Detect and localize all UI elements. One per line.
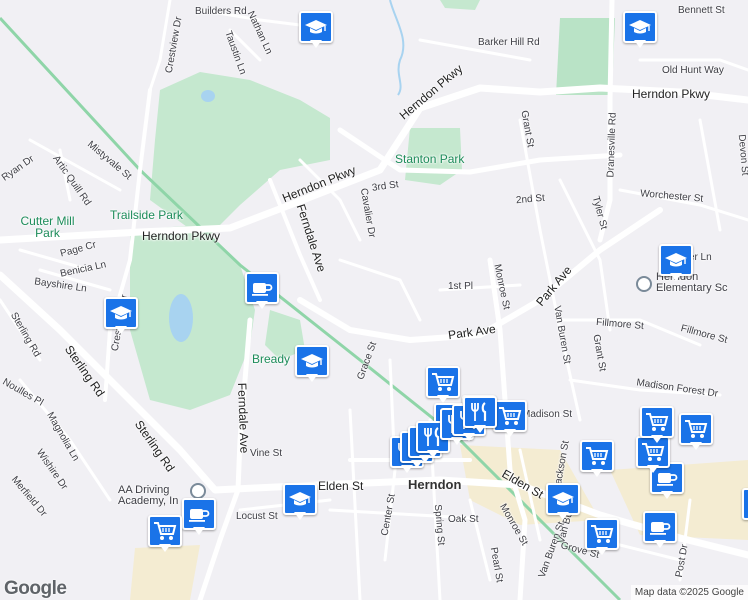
school-marker[interactable] [104, 297, 138, 337]
school-marker[interactable] [283, 483, 317, 523]
road-label: Barker Hill Rd [478, 37, 540, 48]
town-label[interactable]: Herndon [408, 478, 461, 491]
restaurant-icon [463, 396, 497, 428]
shopping-cart-marker[interactable] [679, 413, 713, 453]
road-label: Locust St [236, 511, 278, 522]
road-label: Elden St [318, 479, 364, 493]
school-poi-icon[interactable] [636, 276, 652, 292]
school-marker[interactable] [295, 345, 329, 385]
park-label[interactable]: Bready [252, 353, 290, 365]
shopping-cart-marker[interactable] [585, 518, 619, 558]
school-icon [659, 244, 693, 276]
school-marker[interactable] [546, 483, 580, 523]
school-icon [283, 483, 317, 515]
shopping-cart-marker[interactable] [426, 366, 460, 406]
road-label: Ferndale Ave [235, 382, 252, 454]
map-view[interactable]: Builders Rd Nathan Ln Taustin Ln Crestvi… [0, 0, 748, 600]
google-logo: Google [4, 578, 67, 599]
cafe-marker[interactable] [182, 498, 216, 538]
school-icon [623, 11, 657, 43]
cafe-icon [742, 488, 748, 520]
shopping-cart-icon [580, 440, 614, 472]
park-label[interactable]: Cutter Mill Park [20, 215, 75, 239]
road-label: Old Hunt Way [662, 65, 724, 76]
shopping-cart-icon [426, 366, 460, 398]
road-label: 1st Pl [448, 281, 474, 292]
shopping-cart-marker[interactable] [493, 400, 527, 440]
school-icon [546, 483, 580, 515]
shopping-cart-marker[interactable] [580, 440, 614, 480]
road-label: Vine St [250, 448, 283, 459]
cafe-marker[interactable] [245, 272, 279, 312]
cafe-icon [643, 511, 677, 543]
school-marker[interactable] [623, 11, 657, 51]
road-label: Madison St [522, 409, 573, 420]
road-label: Oak St [448, 514, 479, 525]
restaurant-marker[interactable] [463, 396, 497, 436]
school-icon [295, 345, 329, 377]
cafe-icon [245, 272, 279, 304]
shopping-cart-icon [148, 515, 182, 547]
map-attribution[interactable]: Map data ©2025 Google [630, 585, 748, 600]
shopping-cart-icon [493, 400, 527, 432]
shopping-cart-icon [640, 406, 674, 438]
road-label: Builders Rd [195, 6, 247, 17]
school-icon [299, 11, 333, 43]
road-label: Herndon Pkwy [632, 87, 711, 101]
shopping-cart-icon [585, 518, 619, 550]
cafe-marker[interactable] [742, 488, 748, 528]
road-label: Bennett St [678, 5, 725, 16]
driving-school-poi-icon[interactable] [190, 483, 206, 499]
shopping-cart-marker[interactable] [148, 515, 182, 555]
cafe-icon [182, 498, 216, 530]
school-marker[interactable] [299, 11, 333, 51]
park-label[interactable]: Trailside Park [110, 209, 183, 221]
shopping-cart-marker[interactable] [640, 406, 674, 446]
school-marker[interactable] [659, 244, 693, 284]
shopping-cart-icon [679, 413, 713, 445]
park-label[interactable]: Stanton Park [395, 153, 464, 165]
road-label: Herndon Pkwy [142, 229, 221, 243]
cafe-marker[interactable] [643, 511, 677, 551]
school-icon [104, 297, 138, 329]
